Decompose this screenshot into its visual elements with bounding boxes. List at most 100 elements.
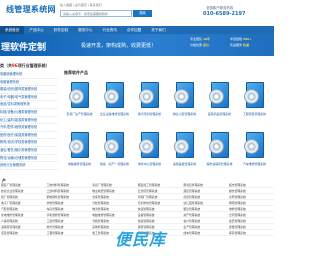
system-link[interactable]: 手机维修管理系统 bbox=[45, 213, 92, 219]
system-link[interactable]: 客户管理系统 bbox=[182, 219, 228, 225]
system-link[interactable]: 成本管理系统 bbox=[182, 231, 228, 237]
system-link[interactable]: 钢材销售管理系统 bbox=[45, 195, 92, 201]
product-name[interactable]: 电脑销售管理系统 bbox=[63, 162, 97, 166]
product-card[interactable]: 超市进销存管理系统 bbox=[202, 130, 237, 176]
sidebar-item[interactable]: 电脑管理系统 bbox=[0, 79, 58, 87]
system-link[interactable]: 物流管理系统 bbox=[91, 207, 137, 213]
system-link[interactable]: 超市管理系统 bbox=[227, 183, 274, 189]
product-name[interactable]: 医院药品管理系统 bbox=[203, 112, 237, 116]
product-card[interactable]: 家具厂生产管理系统 bbox=[62, 80, 97, 126]
product-card[interactable]: 企业设备维修管理系统 bbox=[97, 80, 132, 126]
system-link[interactable]: 印刷厂管理系统 bbox=[136, 195, 183, 201]
system-link[interactable]: 工程管理系统 bbox=[45, 231, 92, 237]
product-name[interactable]: 工程项目管理系统 bbox=[238, 112, 272, 116]
nav-item-service[interactable]: 服务中心 bbox=[73, 26, 97, 34]
system-link[interactable]: 考勤管理系统 bbox=[91, 219, 137, 225]
system-link[interactable]: 电脑维修管理系统 bbox=[91, 213, 137, 219]
product-card[interactable]: 物业小区管理系统 bbox=[167, 80, 202, 126]
search-button[interactable]: 搜索 bbox=[133, 10, 152, 17]
sidebar-item[interactable]: 其他行业管理系统 bbox=[0, 162, 58, 170]
product-card[interactable]: 汽车维修管理系统 bbox=[237, 130, 272, 176]
system-link[interactable]: 学校管理系统 bbox=[45, 201, 92, 207]
system-link[interactable]: 项目管理系统 bbox=[0, 231, 46, 237]
system-link[interactable]: 汽配管理系统 bbox=[0, 207, 46, 213]
system-link[interactable]: 合同管理系统 bbox=[227, 213, 274, 219]
system-link[interactable]: 工资管理系统 bbox=[45, 219, 92, 225]
product-card[interactable]: 医院药品管理系统 bbox=[202, 80, 237, 126]
product-name[interactable]: 家具厂生产管理系统 bbox=[63, 112, 97, 116]
sidebar-item[interactable]: 汽车/配件/维修类管理系统 bbox=[0, 124, 58, 132]
promo-banner[interactable]: 理软件定制 极速开发，架构成熟，收费更低！ 专业团队 10年 丰富经验 500+… bbox=[0, 34, 274, 56]
system-link[interactable]: 驾校管理系统 bbox=[91, 201, 137, 207]
product-name[interactable]: 企业设备维修管理系统 bbox=[98, 112, 132, 116]
system-link[interactable]: 仓库管理系统 bbox=[91, 195, 137, 201]
nav-item-custom[interactable]: 软件定制 bbox=[49, 26, 73, 34]
sidebar-item[interactable]: 食品/饮料类管理系统 bbox=[0, 101, 58, 109]
system-link[interactable]: 人事管理系统 bbox=[0, 219, 46, 225]
system-link[interactable]: 五金店管理系统 bbox=[136, 189, 183, 195]
system-link[interactable]: 档案管理系统 bbox=[136, 219, 183, 225]
system-link[interactable]: 药店管理系统 bbox=[182, 195, 228, 201]
system-link[interactable]: 物业收费管理系统 bbox=[91, 189, 137, 195]
system-link[interactable]: 工地材料管理系统 bbox=[45, 183, 92, 189]
system-link[interactable]: 资产管理系统 bbox=[182, 213, 228, 219]
top-links[interactable]: 加入收藏 | 设为首页 | 联系我们 bbox=[60, 3, 102, 7]
system-link[interactable]: 网吧管理系统 bbox=[227, 201, 274, 207]
product-card[interactable]: 教育培训管理系统 bbox=[132, 80, 167, 126]
sidebar-title-prefix: 类（共 bbox=[0, 63, 12, 68]
product-card[interactable]: 体检中心管理系统 bbox=[132, 130, 167, 176]
system-link[interactable]: 会员管理系统 bbox=[227, 219, 274, 225]
system-link[interactable]: 进销存管理系统 bbox=[0, 225, 46, 231]
system-link[interactable]: 家具厂管理系统 bbox=[91, 183, 137, 189]
product-name[interactable]: 汽车维修管理系统 bbox=[238, 162, 272, 166]
product-name[interactable]: 超市进销存管理系统 bbox=[203, 162, 237, 166]
product-card[interactable]: 档案（房产）管理系统 bbox=[97, 130, 132, 176]
system-link[interactable]: 酒店管理系统 bbox=[182, 189, 228, 195]
system-link[interactable]: 租赁管理系统 bbox=[182, 207, 228, 213]
product-name[interactable]: 档案（房产）管理系统 bbox=[98, 162, 132, 166]
sidebar-item[interactable]: 医药/医疗/保健类管理系统 bbox=[0, 132, 58, 140]
product-name[interactable]: 教育培训管理系统 bbox=[133, 112, 167, 116]
system-link[interactable]: 服装加工管理系统 bbox=[136, 183, 183, 189]
system-link[interactable]: 餐饮管理系统 bbox=[227, 189, 274, 195]
product-name[interactable]: 体检中心管理系统 bbox=[133, 162, 167, 166]
product-card[interactable]: 工程项目管理系统 bbox=[237, 80, 272, 126]
nav-item-news[interactable]: 行业资讯 bbox=[98, 26, 122, 34]
sidebar-item[interactable]: 电子/电器/电气类管理系统 bbox=[0, 94, 58, 102]
system-link[interactable]: 车队管理系统 bbox=[45, 207, 92, 213]
product-card[interactable]: 电脑销售管理系统 bbox=[62, 130, 97, 176]
sidebar-item[interactable]: 物流/运输/仓储类管理系统 bbox=[0, 155, 58, 163]
product-card[interactable]: 美容美发管理系统 bbox=[167, 130, 202, 176]
system-link[interactable]: 家电维修管理系统 bbox=[0, 213, 46, 219]
search-input[interactable] bbox=[60, 10, 132, 17]
nav-item-partner[interactable]: 合作加盟 bbox=[122, 26, 146, 34]
system-link[interactable]: 鞋厂管理系统 bbox=[0, 195, 46, 201]
nav-item-products[interactable]: 产品中心 bbox=[24, 26, 48, 34]
sidebar-item[interactable]: 服装/纺织/服饰类管理系统 bbox=[0, 86, 58, 94]
product-name[interactable]: 物业小区管理系统 bbox=[168, 112, 202, 116]
sidebar-item[interactable]: 化工/建材/能源类管理系统 bbox=[0, 117, 58, 125]
sidebar-item[interactable]: 机械/设备/仪器类管理系统 bbox=[0, 109, 58, 117]
product-name[interactable]: 美容美发管理系统 bbox=[168, 162, 202, 166]
system-link[interactable]: 快递管理系统 bbox=[136, 207, 183, 213]
nav-item-home[interactable]: 系统首页 bbox=[0, 26, 25, 34]
system-link[interactable]: 财务管理系统 bbox=[45, 225, 92, 231]
system-link[interactable]: 生产管理系统 bbox=[182, 225, 228, 231]
system-link[interactable]: 设备管理系统 bbox=[136, 213, 183, 219]
system-link[interactable]: 幼儿园管理系统 bbox=[182, 201, 228, 207]
system-link[interactable]: 纺织企业管理系统 bbox=[0, 189, 46, 195]
sidebar-item[interactable]: 酒店/餐饮/娱乐类管理系统 bbox=[0, 147, 58, 155]
system-link[interactable]: 维修管理系统 bbox=[227, 207, 274, 213]
system-link[interactable]: 质量管理系统 bbox=[227, 225, 274, 231]
system-link[interactable]: 诊所管理系统 bbox=[227, 195, 274, 201]
system-link[interactable]: 电子厂管理系统 bbox=[0, 201, 46, 207]
system-link[interactable]: 服装厂管理系统 bbox=[0, 183, 46, 189]
system-link[interactable]: 库存管理系统 bbox=[227, 231, 274, 237]
sidebar-item[interactable]: 教育/培训/学校类管理系统 bbox=[0, 139, 58, 147]
site-logo-title[interactable]: 线管理系统网 bbox=[6, 4, 56, 15]
system-link[interactable]: 土建材料管理系统 bbox=[45, 189, 92, 195]
nav-item-about[interactable]: 关于我们 bbox=[146, 26, 170, 34]
system-link[interactable]: 培训学校管理系统 bbox=[136, 201, 183, 207]
system-link[interactable]: 图书馆管理系统 bbox=[182, 183, 228, 189]
sidebar-item[interactable]: 电脑版管理系统 bbox=[0, 71, 58, 79]
